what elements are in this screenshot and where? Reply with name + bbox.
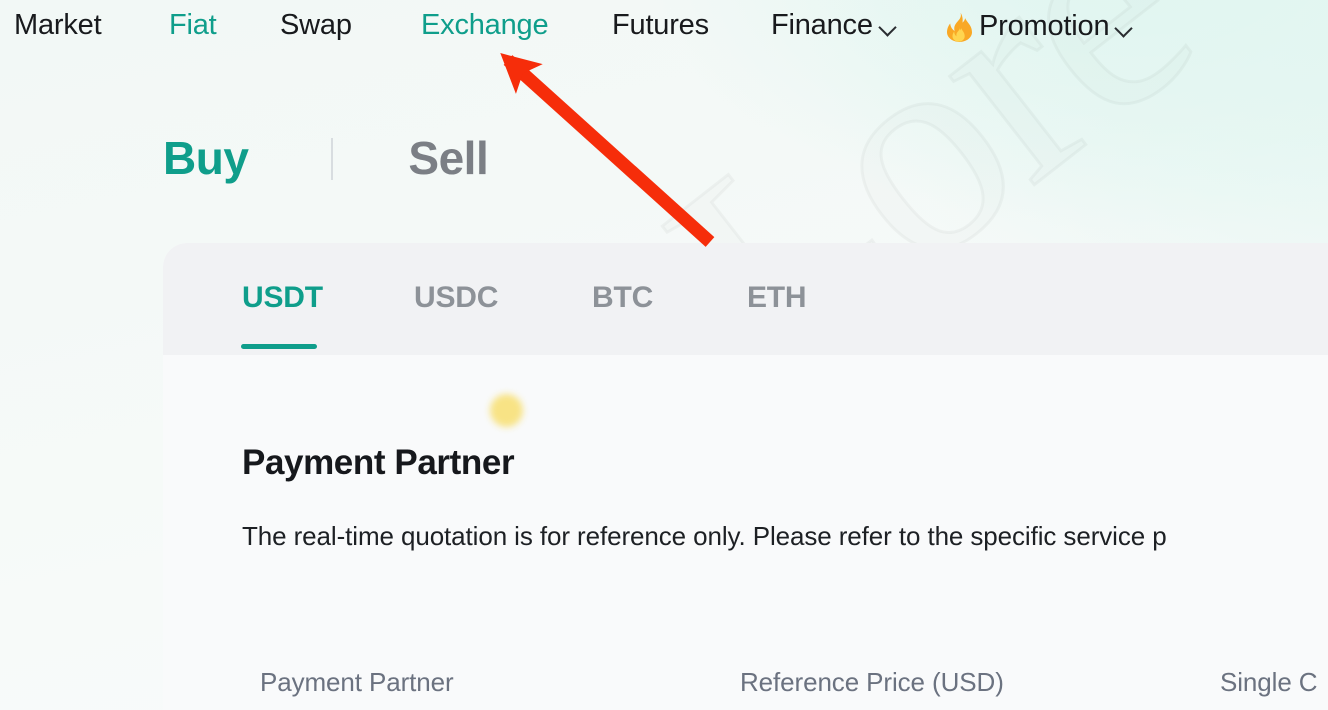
- coin-tab-btc[interactable]: BTC: [592, 283, 653, 313]
- page-title: Payment Partner: [242, 443, 515, 482]
- buy-sell-divider: [331, 138, 334, 180]
- partner-table-header: Payment Partner Reference Price (USD) Si…: [163, 658, 1328, 710]
- column-header-reference-price: Reference Price (USD): [740, 667, 1004, 697]
- nav-item-fiat[interactable]: Fiat: [169, 11, 217, 40]
- nav-item-promotion[interactable]: Promotion: [947, 9, 1133, 42]
- panel-description: The real-time quotation is for reference…: [242, 521, 1167, 551]
- coin-tab-usdc[interactable]: USDC: [414, 283, 498, 313]
- nav-item-exchange[interactable]: Exchange: [421, 9, 549, 41]
- coin-tab-active-underline: [241, 344, 317, 349]
- nav-item-swap[interactable]: Swap: [280, 11, 352, 40]
- decorative-dot: [490, 394, 523, 427]
- page-root: CoinLore Market Fiat Swap Exchange Futur…: [0, 0, 1328, 710]
- payment-partner-card: USDT USDC BTC ETH Payment Partner The re…: [163, 243, 1328, 710]
- nav-item-exchange-label: Exchange: [421, 9, 549, 41]
- column-header-single-c: Single C: [1220, 667, 1318, 697]
- nav-item-finance-label: Finance: [771, 9, 873, 41]
- nav-item-fiat-label: Fiat: [169, 9, 217, 41]
- coin-tab-usdt[interactable]: USDT: [242, 283, 323, 313]
- fire-icon: [947, 12, 973, 42]
- coin-tab-bar: USDT USDC BTC ETH: [163, 243, 1328, 355]
- nav-item-market-label: Market: [14, 9, 102, 41]
- buy-sell-tabs: Buy Sell: [163, 126, 489, 190]
- top-navigation-bar: Market Fiat Swap Exchange Futures Financ…: [0, 0, 1328, 56]
- tab-buy[interactable]: Buy: [163, 135, 249, 181]
- nav-item-finance[interactable]: Finance: [771, 11, 897, 40]
- chevron-down-icon: [1116, 20, 1133, 37]
- coin-tab-eth[interactable]: ETH: [747, 283, 807, 313]
- column-header-payment-partner: Payment Partner: [260, 667, 454, 697]
- nav-item-futures-label: Futures: [612, 9, 709, 41]
- tab-sell[interactable]: Sell: [408, 135, 488, 181]
- nav-item-market[interactable]: Market: [14, 9, 102, 41]
- nav-item-swap-label: Swap: [280, 9, 352, 41]
- nav-item-promotion-label: Promotion: [979, 9, 1110, 42]
- chevron-down-icon: [880, 19, 897, 36]
- nav-item-futures[interactable]: Futures: [612, 11, 709, 40]
